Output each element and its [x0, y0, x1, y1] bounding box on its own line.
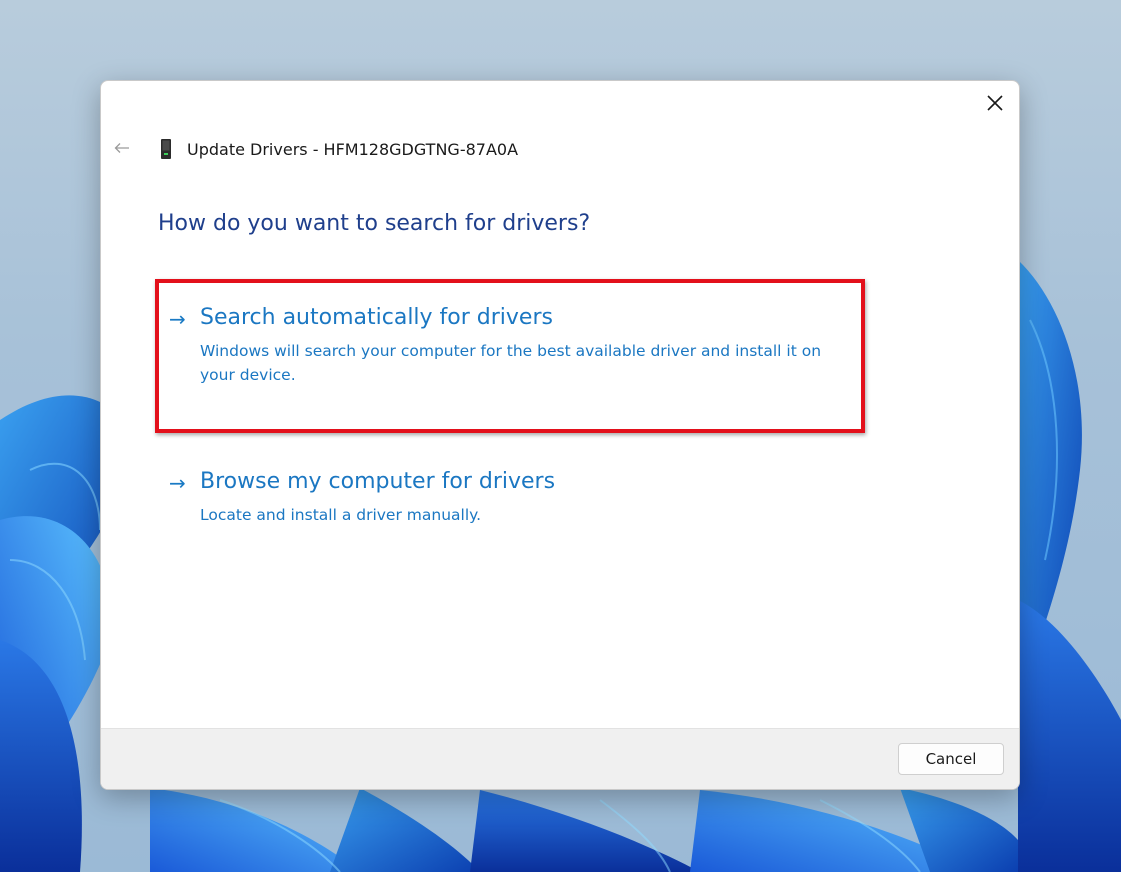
option-title[interactable]: Browse my computer for drivers	[200, 469, 555, 494]
browse-computer-option[interactable]: → Browse my computer for drivers Locate …	[159, 459, 871, 529]
window-title-bar: Update Drivers - HFM128GDGTNG-87A0A	[159, 137, 518, 161]
close-icon	[987, 95, 1003, 111]
update-drivers-dialog: Update Drivers - HFM128GDGTNG-87A0A How …	[100, 80, 1020, 790]
cancel-button[interactable]: Cancel	[898, 743, 1004, 775]
storage-device-icon	[161, 139, 171, 159]
back-arrow-icon	[114, 143, 129, 153]
option-title[interactable]: Search automatically for drivers	[200, 305, 553, 330]
arrow-right-icon: →	[169, 471, 186, 495]
option-description: Windows will search your computer for th…	[200, 342, 822, 384]
window-title: Update Drivers - HFM128GDGTNG-87A0A	[187, 139, 519, 159]
dialog-footer: Cancel	[101, 728, 1019, 789]
option-description: Locate and install a driver manually.	[200, 506, 482, 524]
search-automatically-option[interactable]: → Search automatically for drivers Windo…	[155, 279, 871, 439]
desktop-wallpaper: Update Drivers - HFM128GDGTNG-87A0A How …	[0, 0, 1121, 872]
arrow-right-icon: →	[169, 307, 186, 331]
back-button[interactable]	[111, 137, 133, 159]
close-button[interactable]	[981, 89, 1009, 117]
page-heading: How do you want to search for drivers?	[158, 211, 591, 236]
